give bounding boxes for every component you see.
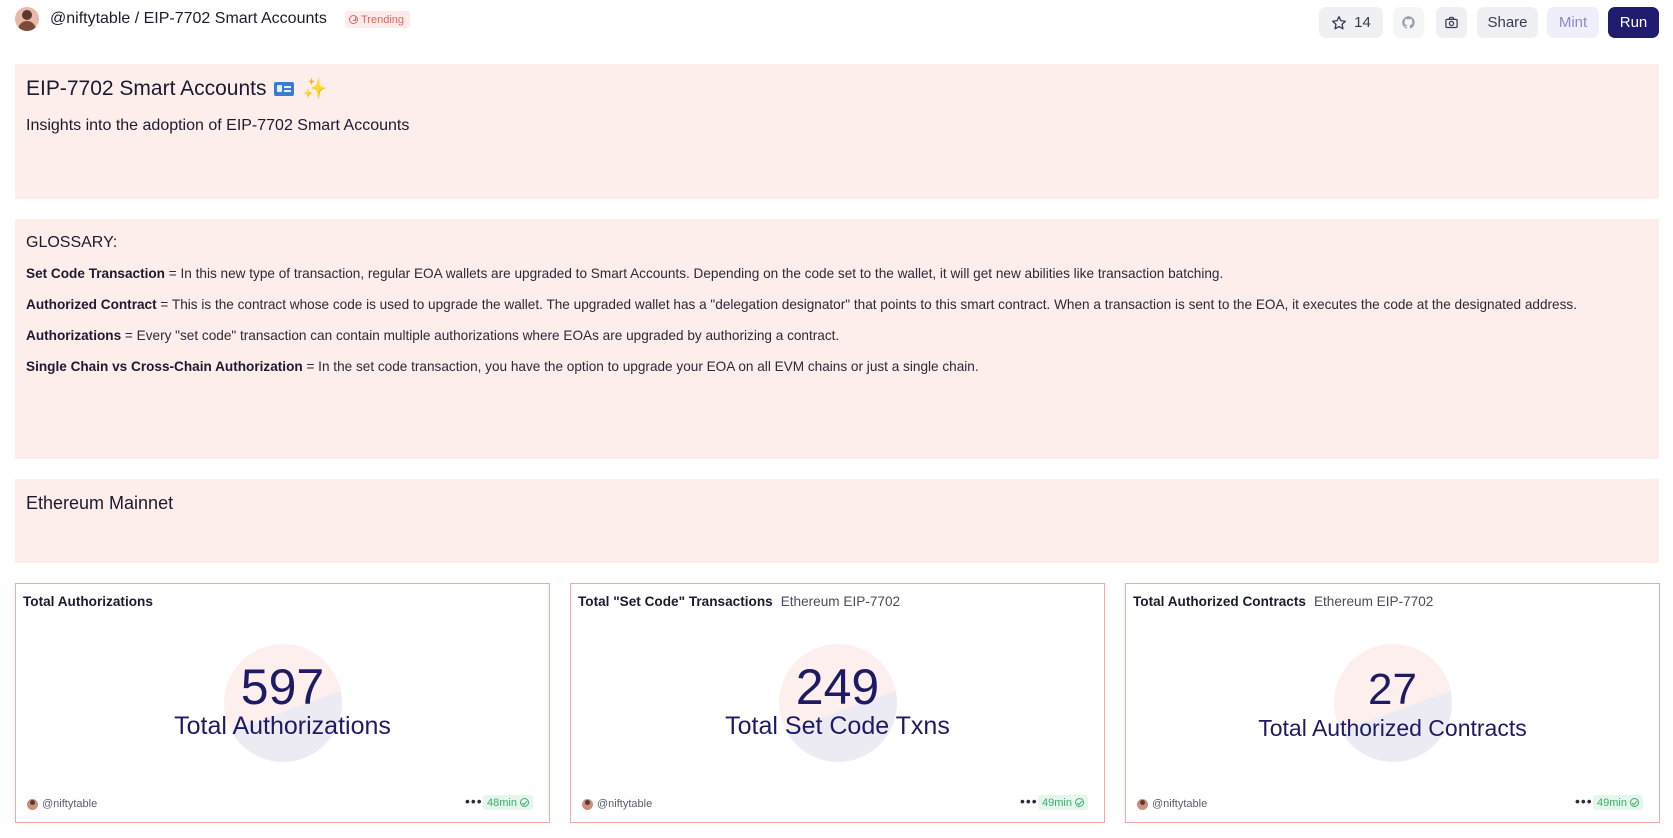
counter-label: Total Authorizations	[174, 712, 391, 740]
run-button[interactable]: Run	[1608, 7, 1659, 38]
dashboard-title: EIP-7702 Smart Accounts ✨	[26, 76, 327, 101]
card-title: Total Authorized Contracts Ethereum EIP-7…	[1133, 594, 1433, 609]
counter-card-authorizations[interactable]: Total Authorizations 597 Total Authoriza…	[15, 583, 550, 823]
card-title-text: Total "Set Code" Transactions	[578, 594, 773, 609]
glossary-definition: = Every "set code" transaction can conta…	[121, 328, 840, 343]
counter-card-authorized-contracts[interactable]: Total Authorized Contracts Ethereum EIP-7…	[1125, 583, 1660, 823]
more-dots-icon[interactable]: •••	[465, 793, 483, 809]
intro-panel: EIP-7702 Smart Accounts ✨ Insights into …	[15, 64, 1659, 199]
card-title: Total "Set Code" Transactions Ethereum EI…	[578, 594, 900, 609]
star-button[interactable]: 14	[1319, 7, 1383, 38]
id-card-icon	[274, 81, 295, 96]
author-name: @niftytable	[1152, 798, 1208, 810]
author-name: @niftytable	[42, 798, 98, 810]
section-title: Ethereum Mainnet	[26, 493, 174, 513]
share-button[interactable]: Share	[1477, 7, 1538, 38]
github-icon	[1402, 16, 1415, 29]
glossary-term: Authorized Contract	[26, 297, 157, 312]
counter-value: 27	[1368, 665, 1417, 714]
card-subtitle: Ethereum EIP-7702	[780, 594, 901, 609]
mint-button[interactable]: Mint	[1547, 7, 1599, 38]
author-name: @niftytable	[597, 798, 653, 810]
glossary-heading: GLOSSARY:	[26, 234, 118, 251]
glossary-item: Single Chain vs Cross-Chain Authorizatio…	[26, 359, 979, 374]
glossary-term: Set Code Transaction	[26, 266, 165, 281]
breadcrumb[interactable]: @niftytable / EIP-7702 Smart Accounts	[50, 10, 327, 28]
card-author[interactable]: @niftytable	[582, 798, 652, 810]
freshness-text: 48min	[487, 796, 517, 809]
card-title-text: Total Authorizations	[23, 594, 153, 609]
freshness-badge: 48min	[483, 795, 533, 810]
author-avatar	[27, 798, 38, 810]
card-author[interactable]: @niftytable	[27, 798, 97, 810]
glossary-item: Authorized Contract = This is the contra…	[26, 297, 1577, 312]
snapshot-button[interactable]	[1436, 7, 1467, 38]
glossary-definition: = This is the contract whose code is use…	[156, 297, 1577, 312]
glossary-panel: GLOSSARY: Set Code Transaction = In this…	[15, 219, 1659, 459]
counter-value: 249	[795, 659, 880, 715]
glossary-definition: = In this new type of transaction, regul…	[165, 266, 1224, 281]
freshness-badge: 49min	[1038, 795, 1088, 810]
section-panel: Ethereum Mainnet	[15, 479, 1659, 563]
dashboard-subtitle: Insights into the adoption of EIP-7702 S…	[26, 117, 410, 134]
freshness-badge: 49min	[1593, 795, 1643, 810]
glossary-term: Single Chain vs Cross-Chain Authorizatio…	[26, 359, 303, 374]
check-circle-icon	[1074, 798, 1084, 807]
check-circle-icon	[519, 798, 529, 807]
card-title-text: Total Authorized Contracts	[1133, 594, 1306, 609]
dashboard-title-text: EIP-7702 Smart Accounts	[26, 76, 267, 100]
glossary-item: Set Code Transaction = In this new type …	[26, 266, 1223, 281]
card-author[interactable]: @niftytable	[1137, 798, 1207, 810]
author-avatar	[1137, 798, 1148, 810]
more-dots-icon[interactable]: •••	[1575, 793, 1593, 809]
trending-label: Trending	[361, 13, 405, 26]
star-icon	[1332, 15, 1347, 29]
freshness-text: 49min	[1597, 796, 1627, 809]
check-circle-icon	[1629, 798, 1639, 807]
counter-value: 597	[240, 659, 325, 715]
sparkles-icon: ✨	[302, 78, 328, 100]
glossary-definition: = In the set code transaction, you have …	[302, 359, 979, 374]
author-avatar	[582, 798, 593, 810]
clock-icon	[349, 15, 358, 24]
owner-avatar[interactable]	[15, 7, 39, 31]
github-button[interactable]	[1393, 7, 1424, 38]
counter-label: Total Authorized Contracts	[1258, 715, 1527, 741]
counter-card-set-code-transactions[interactable]: Total "Set Code" Transactions Ethereum EI…	[570, 583, 1105, 823]
top-bar: @niftytable / EIP-7702 Smart Accounts Tr…	[0, 0, 1673, 44]
trending-badge: Trending	[345, 11, 411, 28]
more-dots-icon[interactable]: •••	[1020, 793, 1038, 809]
glossary-term: Authorizations	[26, 328, 122, 343]
counter-label: Total Set Code Txns	[725, 712, 950, 740]
star-count: 14	[1354, 14, 1371, 31]
camera-icon	[1445, 16, 1458, 29]
freshness-text: 49min	[1042, 796, 1072, 809]
glossary-item: Authorizations = Every "set code" transa…	[26, 328, 839, 343]
card-title: Total Authorizations	[23, 594, 153, 609]
card-subtitle: Ethereum EIP-7702	[1313, 594, 1434, 609]
